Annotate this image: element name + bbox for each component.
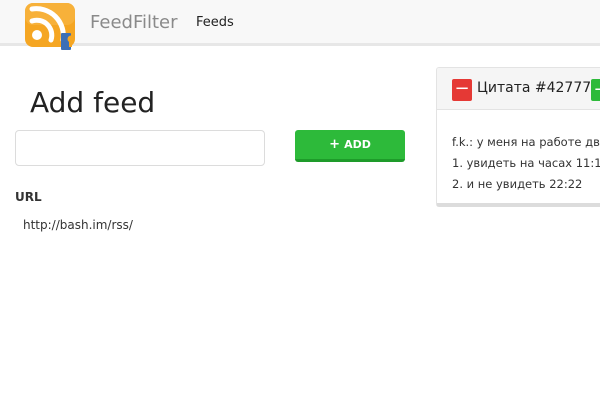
rss-feed-icon[interactable] <box>23 1 79 53</box>
minus-button[interactable]: − <box>452 79 472 101</box>
top-navbar: FeedFilter Feeds <box>0 0 600 50</box>
add-feed-button[interactable]: + ADD <box>295 130 405 162</box>
nav-feeds-link[interactable]: Feeds <box>196 15 234 30</box>
plus-button[interactable]: + <box>591 79 600 101</box>
feed-url-input[interactable] <box>15 130 265 166</box>
feed-url-row[interactable]: http://bash.im/rss/ <box>23 218 133 232</box>
quote-panel-header: − Цитата #427770 + <box>437 68 600 110</box>
quote-line: 1. увидеть на часах 11:1 <box>452 156 600 170</box>
quote-title: Цитата #427770 <box>477 80 600 96</box>
quote-line: 2. и не увидеть 22:22 <box>452 177 583 191</box>
add-button-label: ADD <box>344 138 371 151</box>
quote-line: f.k.: у меня на работе дв <box>452 135 600 149</box>
quote-body: f.k.: у меня на работе дв 1. увидеть на … <box>452 132 600 195</box>
quote-panel: − Цитата #427770 + f.k.: у меня на работ… <box>436 67 600 207</box>
page-title: Add feed <box>30 86 156 119</box>
plus-icon: + <box>329 137 341 152</box>
url-column-header: URL <box>15 190 42 204</box>
brand-name[interactable]: FeedFilter <box>90 12 178 33</box>
